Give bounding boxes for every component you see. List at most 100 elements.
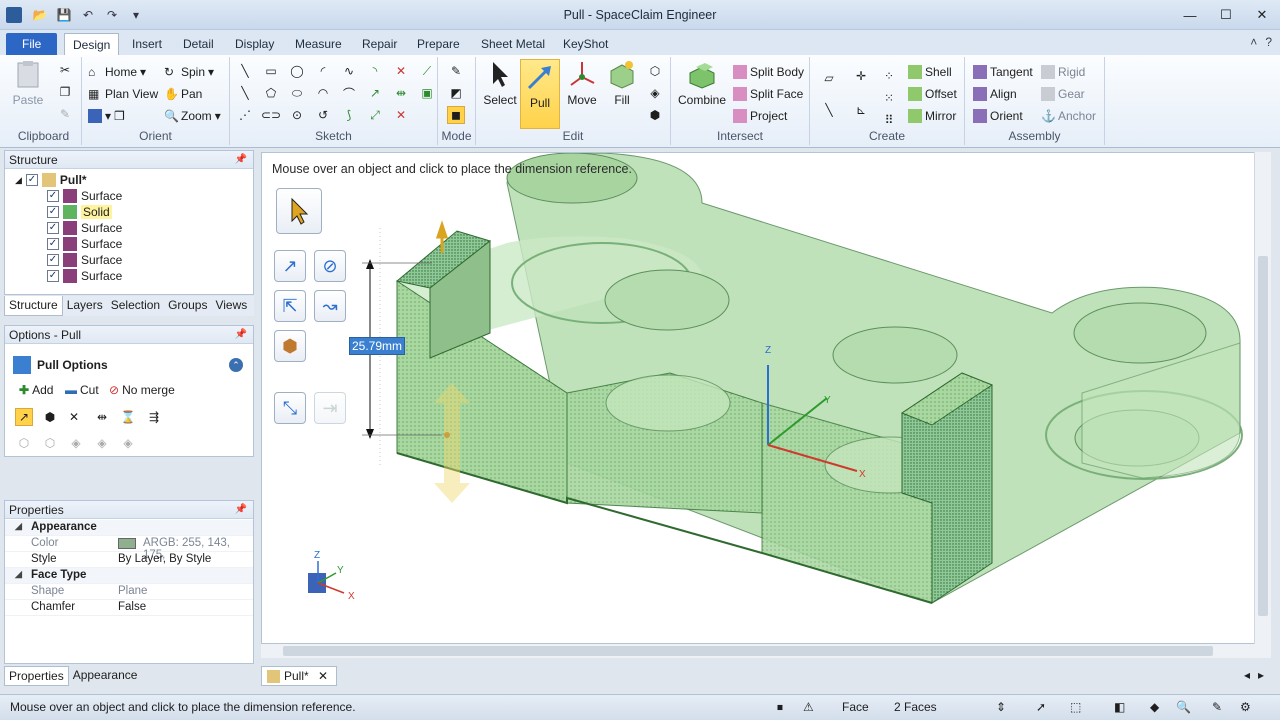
- chamfer-property[interactable]: Chamfer False: [5, 600, 253, 616]
- edit-tool-1-icon[interactable]: ⬡: [646, 62, 664, 80]
- offset-curve-icon[interactable]: ⟋: [418, 62, 436, 80]
- anchor-button[interactable]: ⚓ Anchor: [1041, 106, 1096, 126]
- cut-option[interactable]: ▬ Cut: [65, 380, 99, 400]
- close-button[interactable]: ✕: [1244, 0, 1280, 30]
- up-to-icon[interactable]: ⬢: [41, 408, 59, 426]
- line-icon[interactable]: ╲: [236, 62, 254, 80]
- option-grey-1-icon[interactable]: ⬡: [15, 434, 33, 452]
- paste-button[interactable]: Paste: [8, 59, 48, 107]
- revolve-icon[interactable]: ⌛: [119, 408, 137, 426]
- tab-views[interactable]: Views: [211, 296, 251, 316]
- bend-icon[interactable]: ⟆: [340, 106, 358, 124]
- tab-properties[interactable]: Properties: [4, 666, 69, 686]
- select-direction-guide[interactable]: ↗: [274, 250, 306, 282]
- warning-icon[interactable]: ⚠: [803, 700, 814, 714]
- section-mode-icon[interactable]: ◩: [447, 84, 465, 102]
- complete-guide[interactable]: ⇥: [314, 392, 346, 424]
- tree-item[interactable]: ✓ Surface: [47, 220, 122, 236]
- full-pull-guide[interactable]: ⤡: [274, 392, 306, 424]
- visibility-checkbox[interactable]: ✓: [47, 254, 59, 266]
- combine-button[interactable]: Combine: [677, 59, 727, 107]
- hole-right-back[interactable]: [1073, 302, 1207, 364]
- hole-back-left[interactable]: [506, 153, 638, 204]
- minimize-button[interactable]: —: [1172, 0, 1208, 30]
- close-tab-icon[interactable]: ✕: [318, 669, 328, 683]
- option-grey-3-icon[interactable]: ◈: [67, 434, 85, 452]
- box-select-icon[interactable]: ⬚: [1070, 700, 1081, 714]
- visibility-checkbox[interactable]: ✓: [47, 270, 59, 282]
- design-viewport[interactable]: Mouse over an object and click to place …: [261, 152, 1271, 644]
- help-icon[interactable]: ?: [1265, 35, 1272, 49]
- tab-display[interactable]: Display: [227, 33, 282, 55]
- tab-sheet-metal[interactable]: Sheet Metal: [473, 33, 553, 55]
- plane-icon[interactable]: ▱: [820, 69, 838, 87]
- revolve-guide[interactable]: ⊘: [314, 250, 346, 282]
- tab-detail[interactable]: Detail: [175, 33, 222, 55]
- visibility-checkbox[interactable]: ✓: [47, 238, 59, 250]
- collapse-options-icon[interactable]: ⌃: [229, 358, 243, 372]
- sweep-guide[interactable]: ↝: [314, 290, 346, 322]
- three-point-arc-icon[interactable]: ◠: [314, 84, 332, 102]
- hole-right-center[interactable]: [832, 326, 958, 384]
- tree-item[interactable]: ✓ Surface: [47, 188, 122, 204]
- option-grey-4-icon[interactable]: ◈: [93, 434, 111, 452]
- visibility-checkbox[interactable]: ✓: [47, 222, 59, 234]
- tab-selection[interactable]: Selection: [107, 296, 164, 316]
- pin-icon[interactable]: 📌: [235, 501, 247, 519]
- hole-center[interactable]: [604, 269, 730, 331]
- pin-icon[interactable]: 📌: [235, 326, 247, 344]
- tab-file[interactable]: File: [6, 33, 58, 55]
- spline-icon[interactable]: ∿: [340, 62, 358, 80]
- tab-repair[interactable]: Repair: [354, 33, 405, 55]
- split-line-icon[interactable]: ⇹: [392, 84, 410, 102]
- extend-icon[interactable]: ↗: [366, 84, 384, 102]
- rigid-button[interactable]: Rigid: [1041, 62, 1085, 82]
- split-body-button[interactable]: Split Body: [733, 62, 804, 82]
- slot-icon[interactable]: ⊂⊃: [261, 106, 281, 124]
- color-property[interactable]: Color ARGB: 255, 143, 175,: [5, 536, 253, 561]
- project-curve-icon[interactable]: ▣: [418, 84, 436, 102]
- pivot-guide[interactable]: ⬢: [274, 330, 306, 362]
- face-type-category[interactable]: ◢ Face Type: [5, 568, 253, 584]
- up-to-guide[interactable]: ⇱: [274, 290, 306, 322]
- home-button[interactable]: ⌂ Home ▾: [88, 62, 146, 82]
- vertical-scroll-thumb[interactable]: [1258, 256, 1268, 616]
- tree-item[interactable]: ✓ Surface: [47, 268, 122, 284]
- sketch-status-icon[interactable]: ✎: [1212, 700, 1222, 714]
- display-style-icon[interactable]: ◧: [1114, 700, 1125, 714]
- shape-property[interactable]: Shape Plane: [5, 584, 253, 600]
- option-grey-2-icon[interactable]: ⬡: [41, 434, 59, 452]
- collapse-ribbon-icon[interactable]: ˄: [1250, 35, 1257, 49]
- fill-button[interactable]: Fill: [602, 59, 642, 107]
- style-property[interactable]: Style By Layer, By Style: [5, 552, 253, 568]
- tab-measure[interactable]: Measure: [287, 33, 350, 55]
- offset-button[interactable]: Offset: [908, 84, 957, 104]
- tab-insert[interactable]: Insert: [124, 33, 170, 55]
- axis-icon[interactable]: ╲: [820, 101, 838, 119]
- settings-status-icon[interactable]: ⚙: [1240, 700, 1251, 714]
- dimension-input[interactable]: 25.79mm: [349, 337, 405, 355]
- 3d-mode-icon[interactable]: ◼: [447, 106, 465, 124]
- edit-tool-2-icon[interactable]: ◈: [646, 84, 664, 102]
- add-option[interactable]: ✚ Add: [19, 380, 53, 400]
- select-mode-icon[interactable]: ⇕: [996, 700, 1006, 714]
- grid-pattern-icon[interactable]: ⠿: [880, 111, 898, 129]
- tangent-button[interactable]: Tangent: [973, 62, 1033, 82]
- orient-button[interactable]: Orient: [973, 106, 1023, 126]
- polygon-icon[interactable]: ⬠: [262, 84, 280, 102]
- face-curve-icon[interactable]: ⌒: [340, 84, 358, 102]
- no-merge-option[interactable]: ⊘ No merge: [109, 380, 175, 400]
- ellipse-icon[interactable]: ⬭: [288, 84, 306, 102]
- pivot-icon[interactable]: ✕: [65, 408, 83, 426]
- rectangle-icon[interactable]: ▭: [262, 62, 280, 80]
- move-button[interactable]: Move: [562, 59, 602, 107]
- pull-button[interactable]: Pull: [520, 59, 560, 129]
- select-arrow-icon[interactable]: ➚: [1036, 700, 1046, 714]
- coordinate-system-icon[interactable]: ⊾: [852, 101, 870, 119]
- origin-icon[interactable]: ✛: [852, 67, 870, 85]
- tree-item[interactable]: ✓ Surface: [47, 252, 122, 268]
- sweep-icon[interactable]: ⇶: [145, 408, 163, 426]
- document-tab-pull[interactable]: Pull* ✕: [261, 666, 338, 686]
- circular-pattern-icon[interactable]: ⁙: [880, 89, 898, 107]
- tab-layers[interactable]: Layers: [63, 296, 107, 316]
